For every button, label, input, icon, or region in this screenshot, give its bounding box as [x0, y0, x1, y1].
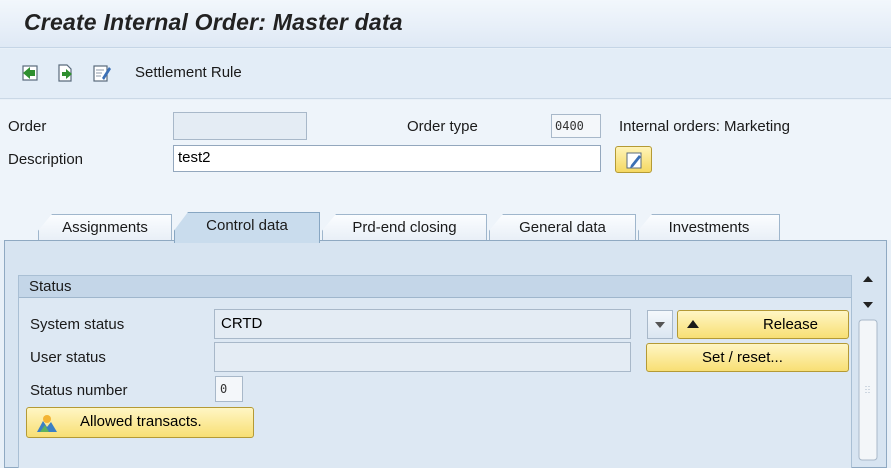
release-button[interactable]: Release [677, 310, 849, 339]
system-status-label: System status [30, 316, 125, 333]
system-status-dropdown[interactable] [647, 310, 673, 339]
description-input[interactable]: test2 [173, 145, 601, 172]
tab-control-data[interactable]: Control data [174, 212, 320, 243]
set-reset-button-label: Set / reset... [702, 349, 783, 366]
status-number-field[interactable]: 0 [215, 376, 243, 402]
scrollbar-graphics [858, 276, 878, 461]
status-number-label: Status number [30, 382, 128, 399]
allowed-transacts-label: Allowed transacts. [80, 413, 202, 430]
forward-icon[interactable] [55, 63, 75, 83]
scroll-down-icon [863, 302, 873, 308]
window-title: Create Internal Order: Master data [24, 9, 403, 35]
tab-prd-end-closing[interactable]: Prd-end closing [322, 214, 487, 242]
triangle-up-icon [687, 320, 699, 328]
back-icon[interactable] [20, 63, 40, 83]
settlement-rule-button[interactable]: Settlement Rule [135, 64, 242, 81]
tab-prd-end-closing-label: Prd-end closing [352, 219, 457, 236]
chevron-down-icon [655, 322, 665, 328]
title-bar: Create Internal Order: Master data [0, 0, 891, 48]
pencil-icon [626, 152, 642, 169]
order-type-label: Order type [407, 118, 478, 135]
tab-general-data-label: General data [519, 219, 606, 236]
order-type-description: Internal orders: Marketing [619, 118, 790, 135]
application-toolbar: Settlement Rule [0, 49, 891, 99]
system-status-field[interactable]: CRTD [214, 309, 631, 339]
status-group-header: Status [19, 276, 851, 298]
release-button-label: Release [762, 316, 818, 333]
vertical-scrollbar[interactable] [855, 272, 881, 464]
status-group-title: Status [29, 278, 72, 295]
tab-control-data-label: Control data [206, 217, 288, 234]
tab-investments-label: Investments [668, 219, 750, 236]
tab-investments[interactable]: Investments [638, 214, 780, 242]
tab-assignments[interactable]: Assignments [38, 214, 172, 242]
description-label: Description [8, 151, 84, 168]
long-text-button[interactable] [615, 146, 652, 173]
order-label: Order [8, 118, 47, 135]
order-field[interactable] [173, 112, 307, 140]
edit-icon[interactable] [92, 63, 112, 83]
scroll-up-icon [863, 276, 873, 282]
order-type-field[interactable]: 0400 [551, 114, 601, 138]
user-status-field[interactable] [214, 342, 631, 372]
allowed-transacts-button[interactable]: Allowed transacts. [26, 407, 254, 438]
user-status-label: User status [30, 349, 106, 366]
set-reset-button[interactable]: Set / reset... [646, 343, 849, 372]
mountain-icon [37, 415, 57, 432]
tab-assignments-label: Assignments [62, 219, 148, 236]
tab-general-data[interactable]: General data [489, 214, 636, 242]
tab-strip: Assignments Control data Prd-end closing… [0, 210, 891, 243]
